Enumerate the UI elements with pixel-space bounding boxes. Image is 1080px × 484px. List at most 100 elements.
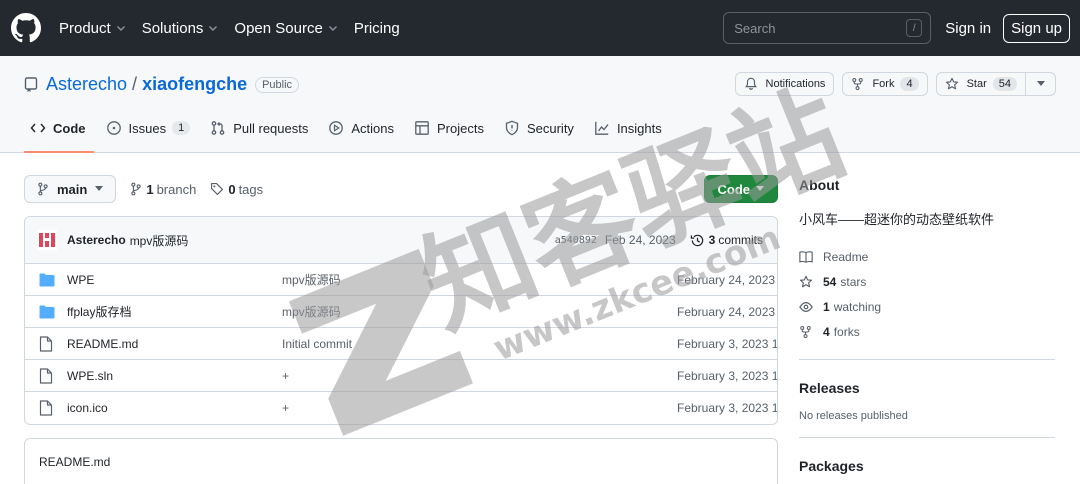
star-button-group: Star 54 [935, 72, 1056, 96]
file-commit-message[interactable]: + [282, 401, 662, 415]
sign-in-link[interactable]: Sign in [945, 20, 991, 37]
repo-separator: / [132, 74, 138, 94]
commit-sha-link[interactable]: a540892 [555, 235, 597, 246]
tab-insights[interactable]: Insights [588, 112, 670, 152]
file-date: February 3, 2023 19:03 [677, 368, 778, 383]
file-icon [39, 335, 55, 352]
caret-down-icon [756, 186, 764, 192]
file-commit-message[interactable]: mpv版源码 [282, 303, 662, 320]
commit-message-link[interactable]: mpv版源码 [130, 232, 189, 249]
repo-owner-link[interactable]: Asterecho [46, 74, 127, 95]
file-commit-message[interactable]: + [282, 369, 662, 383]
folder-icon [39, 273, 55, 287]
branch-selector[interactable]: main [24, 175, 117, 203]
sign-up-button[interactable]: Sign up [1003, 13, 1070, 43]
file-name-link[interactable]: README.md [67, 337, 282, 351]
repo-icon [24, 76, 38, 93]
star-count: 54 [992, 77, 1017, 91]
watchers-link[interactable]: 1 watching [799, 294, 1055, 319]
search-input[interactable]: Search / [723, 12, 932, 44]
about-heading: About [799, 177, 840, 193]
file-name-link[interactable]: ffplay版存档 [67, 303, 282, 320]
table-row: WPE.sln + February 3, 2023 19:03 [25, 360, 777, 392]
chevron-down-icon [328, 20, 338, 37]
shield-icon [504, 120, 520, 136]
divider [799, 437, 1055, 438]
nav-product[interactable]: Product [59, 20, 126, 37]
file-commit-message[interactable]: Initial commit [282, 337, 662, 351]
divider [799, 359, 1055, 360]
fork-icon [799, 325, 813, 339]
eye-icon [799, 300, 813, 314]
bell-icon [744, 77, 758, 91]
latest-commit: Asterecho mpv版源码 a540892 Feb 24, 2023 3 … [25, 217, 777, 264]
visibility-badge: Public [255, 76, 300, 93]
fork-count: 4 [900, 77, 919, 91]
readme-title-link[interactable]: README.md [39, 455, 110, 469]
search-shortcut-key: / [906, 19, 923, 37]
releases-heading[interactable]: Releases [799, 380, 1055, 396]
main-nav: Product Solutions Open Source Pricing [59, 20, 416, 37]
commit-date: Feb 24, 2023 [604, 233, 676, 247]
file-name-link[interactable]: icon.ico [67, 401, 282, 415]
file-name-link[interactable]: WPE [67, 273, 282, 287]
file-toolbar: main 1 branch 0 tags Code [24, 175, 778, 203]
book-icon [799, 250, 813, 264]
tags-link[interactable]: 0 tags [210, 182, 263, 197]
tab-security[interactable]: Security [498, 112, 582, 152]
chevron-down-icon [116, 20, 126, 37]
table-row: WPE mpv版源码 February 24, 2023 13:03 [25, 264, 777, 296]
table-icon [414, 120, 430, 136]
forks-link[interactable]: 4 forks [799, 319, 1055, 344]
fork-button[interactable]: Fork 4 [842, 72, 928, 96]
repo-header: Asterecho / xiaofengche Public Notificat… [0, 56, 1080, 153]
caret-down-icon [95, 186, 104, 192]
file-icon [39, 367, 55, 384]
graph-icon [594, 120, 610, 136]
notifications-button[interactable]: Notifications [734, 72, 835, 96]
readme-link[interactable]: Readme [799, 244, 1055, 269]
nav-solutions[interactable]: Solutions [142, 20, 219, 37]
tab-actions[interactable]: Actions [322, 112, 402, 152]
pull-request-icon [210, 120, 226, 136]
avatar[interactable] [37, 230, 57, 250]
commits-link[interactable]: 3 commits [690, 233, 763, 248]
file-list: Asterecho mpv版源码 a540892 Feb 24, 2023 3 … [24, 216, 778, 425]
folder-icon [39, 305, 55, 319]
file-date: February 3, 2023 18:54 [677, 336, 778, 351]
star-dropdown-button[interactable] [1026, 72, 1056, 96]
nav-open-source[interactable]: Open Source [234, 20, 337, 37]
packages-heading[interactable]: Packages [799, 458, 1055, 474]
star-icon [945, 77, 959, 91]
tab-pull-requests[interactable]: Pull requests [204, 112, 316, 152]
star-button[interactable]: Star 54 [935, 72, 1026, 96]
file-date: February 3, 2023 19:03 [677, 401, 778, 415]
file-name-link[interactable]: WPE.sln [67, 369, 282, 383]
branches-link[interactable]: 1 branch [130, 182, 196, 197]
repo-name-link[interactable]: xiaofengche [142, 74, 247, 95]
stars-link[interactable]: 54 stars [799, 269, 1055, 294]
repo-title: Asterecho / xiaofengche Public [24, 74, 300, 95]
repo-actions: Notifications Fork 4 Star 54 [734, 72, 1056, 96]
about-list: Readme 54 stars 1 watching 4 forks [799, 244, 1055, 344]
chevron-down-icon [208, 20, 218, 37]
readme-panel: README.md [24, 438, 778, 484]
code-icon [30, 120, 46, 136]
table-row: ffplay版存档 mpv版源码 February 24, 2023 13:03 [25, 296, 777, 328]
repo-description: 小风车——超迷你的动态壁纸软件 [799, 212, 995, 227]
file-commit-message[interactable]: mpv版源码 [282, 271, 662, 288]
history-icon [690, 233, 705, 248]
releases-empty-text: No releases published [799, 410, 908, 422]
nav-pricing[interactable]: Pricing [354, 20, 400, 37]
repo-tabs: Code Issues 1 Pull requests Actions Proj… [24, 112, 676, 153]
play-icon [328, 120, 344, 136]
code-dropdown-button[interactable]: Code [703, 175, 778, 203]
caret-down-icon [1036, 81, 1045, 87]
tab-code[interactable]: Code [24, 112, 94, 153]
tab-projects[interactable]: Projects [408, 112, 492, 152]
file-browser: main 1 branch 0 tags Code Asterecho mpv版… [24, 175, 778, 484]
tab-issues[interactable]: Issues 1 [100, 112, 199, 152]
table-row: README.md Initial commit February 3, 202… [25, 328, 777, 360]
github-logo-icon[interactable] [10, 12, 42, 44]
commit-author-link[interactable]: Asterecho [67, 233, 126, 247]
